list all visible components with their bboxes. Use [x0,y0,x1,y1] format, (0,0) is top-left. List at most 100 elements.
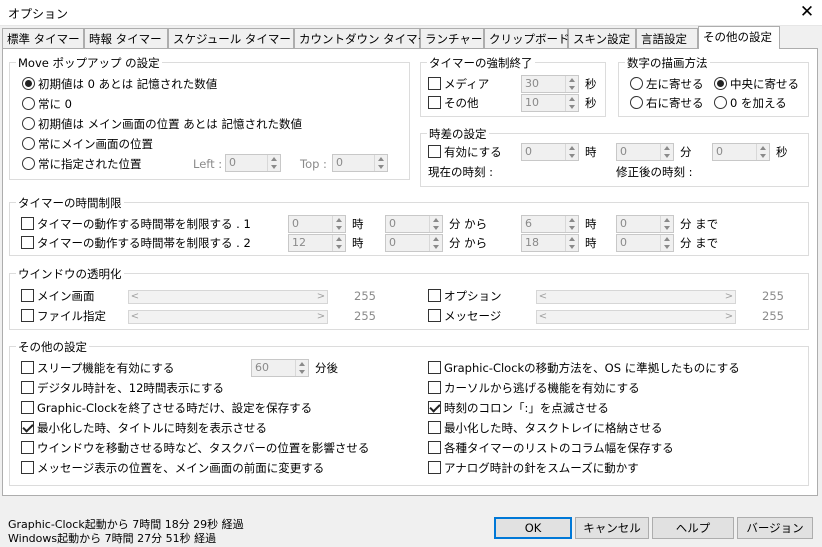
option-checkbox[interactable] [428,289,441,302]
cursor-escape-checkbox[interactable] [428,381,441,394]
tab-clipboard[interactable]: クリップボード [484,28,570,48]
radio-align-right[interactable] [630,96,643,109]
taskbar-affect-checkbox[interactable] [21,441,34,454]
tab-other-settings[interactable]: その他の設定 [698,26,780,49]
tab-hourly-timer[interactable]: 時報 タイマー [84,28,168,48]
left-spinner[interactable]: 0 [225,154,281,172]
top-spinner[interactable]: 0 [332,154,388,172]
timediff-sec-spinner[interactable]: 0 [712,143,770,161]
transparency-title: ウインドウの透明化 [16,266,124,282]
spin-arrows-icon[interactable] [660,216,673,232]
scroll-left-icon[interactable]: < [129,311,141,323]
spin-arrows-icon[interactable] [565,95,578,111]
spin-arrows-icon[interactable] [565,216,578,232]
column-width-checkbox[interactable] [428,441,441,454]
start-min-spinner[interactable]: 0 [385,234,443,252]
radio-align-left[interactable] [630,77,643,90]
spin-arrows-icon[interactable] [565,235,578,251]
tasktray-checkbox[interactable] [428,421,441,434]
message-checkbox[interactable] [428,309,441,322]
spin-arrows-icon[interactable] [429,235,442,251]
current-time-label: 現在の時刻 : [428,165,494,179]
save-on-exit-checkbox[interactable] [21,401,34,414]
end-min-spinner[interactable]: 0 [616,234,674,252]
end-hour-spinner[interactable]: 6 [521,215,579,233]
help-button[interactable]: ヘルプ [652,517,734,539]
tab-standard-timer[interactable]: 標準 タイマー [2,28,84,48]
time-limit-1-checkbox[interactable] [21,217,34,230]
tab-schedule-timer[interactable]: スケジュール タイマー [168,28,294,48]
start-min-spinner[interactable]: 0 [385,215,443,233]
sleep-spinner[interactable]: 60 [251,359,309,377]
sleep-checkbox[interactable] [21,361,34,374]
other-label: その他 [444,96,479,110]
save-on-exit-label: Graphic-Clockを終了させる時だけ、設定を保存する [37,401,313,415]
colon-blink-checkbox[interactable] [428,401,441,414]
spin-arrows-icon[interactable] [374,155,387,171]
file-spec-checkbox[interactable] [21,309,34,322]
window-title: オプション [8,7,69,21]
radio-align-center[interactable] [714,77,727,90]
media-spinner[interactable]: 30 [521,75,579,93]
message-slider[interactable]: < > [536,310,736,324]
value: 0 [389,217,396,230]
start-hour-spinner[interactable]: 0 [288,215,346,233]
main-window-slider[interactable]: < > [128,290,328,304]
version-button[interactable]: バージョン [737,517,813,539]
radio-always-zero[interactable] [22,97,35,110]
scroll-right-icon[interactable]: > [315,311,327,323]
radio-always-main-position[interactable] [22,137,35,150]
time-limit-2-checkbox[interactable] [21,236,34,249]
spin-arrows-icon[interactable] [660,144,673,160]
main-window-checkbox[interactable] [21,289,34,302]
twelve-hour-label: デジタル時計を、12時間表示にする [37,381,225,395]
radio-add-zero[interactable] [714,96,727,109]
spin-arrows-icon[interactable] [565,144,578,160]
file-spec-slider[interactable]: < > [128,310,328,324]
timediff-min-spinner[interactable]: 0 [616,143,674,161]
from-unit: 分 から [449,236,488,250]
spin-arrows-icon[interactable] [295,360,308,376]
end-hour-spinner[interactable]: 18 [521,234,579,252]
close-icon[interactable]: ✕ [797,1,817,23]
media-checkbox[interactable] [428,77,441,90]
smooth-hands-checkbox[interactable] [428,461,441,474]
main-window-label: メイン画面 [37,289,95,303]
spin-arrows-icon[interactable] [267,155,280,171]
timediff-hour-spinner[interactable]: 0 [521,143,579,161]
radio-initial-main-position[interactable] [22,117,35,130]
scroll-left-icon[interactable]: < [537,291,549,303]
other-spinner[interactable]: 10 [521,94,579,112]
other-checkbox[interactable] [428,96,441,109]
timediff-enable-checkbox[interactable] [428,145,441,158]
end-min-spinner[interactable]: 0 [616,215,674,233]
message-front-checkbox[interactable] [21,461,34,474]
spin-arrows-icon[interactable] [429,216,442,232]
os-move-checkbox[interactable] [428,361,441,374]
title-time-checkbox[interactable] [21,421,34,434]
radio-initial-zero[interactable] [22,77,35,90]
tab-language[interactable]: 言語設定 [636,28,698,48]
message-front-label: メッセージ表示の位置を、メイン画面の前面に変更する [37,461,325,475]
scroll-left-icon[interactable]: < [537,311,549,323]
tab-countdown-timer[interactable]: カウントダウン タイマー [294,28,429,48]
start-hour-spinner[interactable]: 12 [288,234,346,252]
spin-arrows-icon[interactable] [756,144,769,160]
spin-arrows-icon[interactable] [332,235,345,251]
spin-arrows-icon[interactable] [565,76,578,92]
spin-arrows-icon[interactable] [332,216,345,232]
scroll-right-icon[interactable]: > [723,311,735,323]
corrected-time-label: 修正後の時刻 : [616,165,693,179]
option-slider[interactable]: < > [536,290,736,304]
twelve-hour-checkbox[interactable] [21,381,34,394]
radio-specified-position[interactable] [22,157,35,170]
scroll-right-icon[interactable]: > [723,291,735,303]
tab-skin[interactable]: スキン設定 [568,28,636,48]
to-unit: 分 まで [680,217,719,231]
tab-launcher[interactable]: ランチャー [420,28,484,48]
spin-arrows-icon[interactable] [660,235,673,251]
scroll-left-icon[interactable]: < [129,291,141,303]
cancel-button[interactable]: キャンセル [575,517,649,539]
scroll-right-icon[interactable]: > [315,291,327,303]
ok-button[interactable]: OK [494,517,572,539]
